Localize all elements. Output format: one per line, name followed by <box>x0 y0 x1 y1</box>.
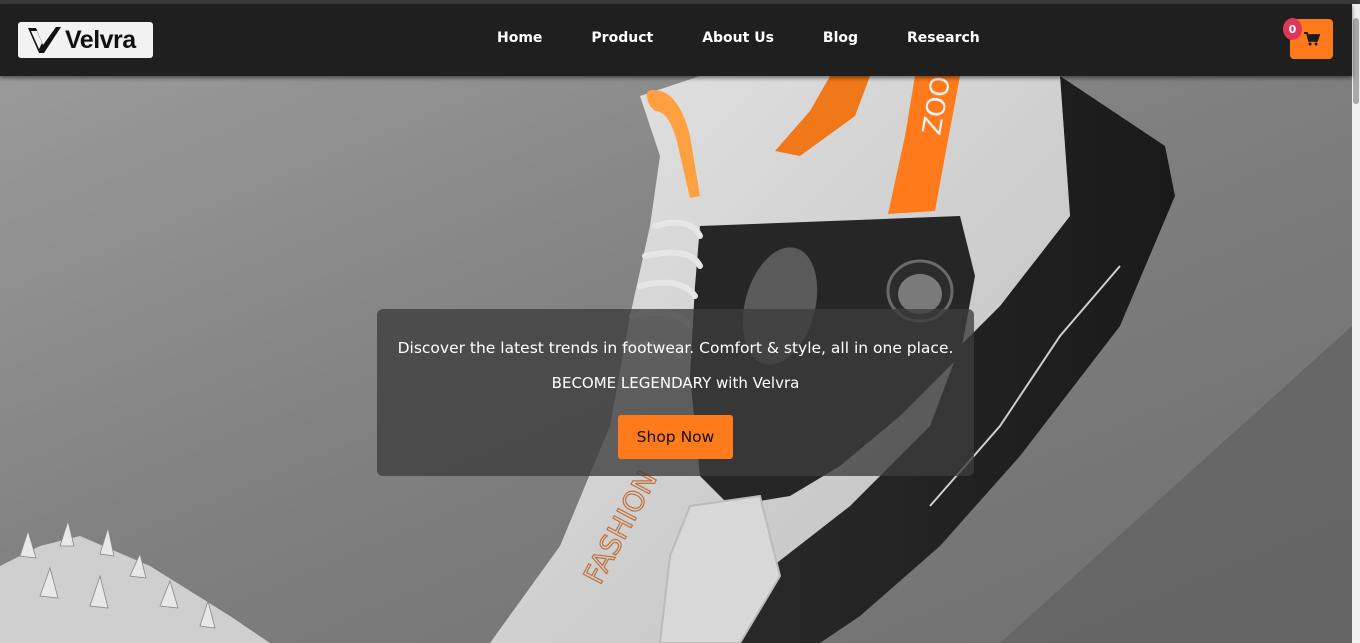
hero-slogan: BECOME LEGENDARY with Velvra <box>551 374 800 392</box>
hero-tagline: Discover the latest trends in footwear. … <box>397 339 954 357</box>
main-nav: Home Product About Us Blog Research <box>497 30 980 46</box>
shop-now-button[interactable]: Shop Now <box>618 415 733 459</box>
nav-about-us[interactable]: About Us <box>702 30 774 46</box>
cart-count-badge: 0 <box>1283 18 1302 40</box>
navbar: Velvra Home Product About Us Blog Resear… <box>0 4 1352 76</box>
brand-name: Velvra <box>65 25 136 54</box>
hero-section: FASHION ZOO Discover the latest trends i… <box>0 76 1352 643</box>
page-scrollbar-thumb[interactable] <box>1353 18 1359 104</box>
nav-research[interactable]: Research <box>907 30 980 46</box>
velvra-logo-icon <box>28 27 61 53</box>
nav-blog[interactable]: Blog <box>823 30 858 46</box>
nav-product[interactable]: Product <box>591 30 653 46</box>
hero-text-overlay: Discover the latest trends in footwear. … <box>377 309 974 476</box>
cart-icon <box>1303 32 1320 46</box>
brand-logo[interactable]: Velvra <box>18 22 153 58</box>
nav-home[interactable]: Home <box>497 30 542 46</box>
